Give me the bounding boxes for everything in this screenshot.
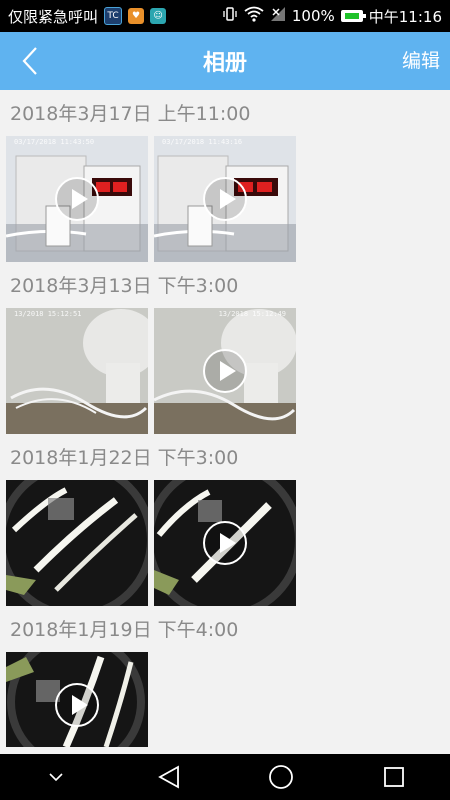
chevron-down-icon xyxy=(49,773,63,782)
battery-percent: 100% xyxy=(291,7,335,25)
tc-app-icon: TC xyxy=(104,7,123,25)
wifi-icon xyxy=(244,6,264,26)
play-icon xyxy=(203,521,247,565)
group-date: 2018年3月13日 下午3:00 xyxy=(10,275,239,297)
video-thumbnail[interactable] xyxy=(6,652,148,747)
video-timestamp: 03/17/2018 11:43:16 xyxy=(162,138,243,146)
battery-icon xyxy=(340,10,366,22)
home-circle-icon xyxy=(269,765,294,789)
status-bar: 仅限紧急呼叫 TC ♥ ☺ 100% 中午11:16 xyxy=(0,0,450,32)
group-date: 2018年3月17日 上午11:00 xyxy=(10,103,251,125)
thumbnail-row: 03/17/2018 11:43:50 03/17/2018 11:43:16 xyxy=(6,136,444,262)
video-timestamp: 13/2018 15:12:51 xyxy=(14,310,82,318)
orange-app-icon: ♥ xyxy=(128,8,145,24)
carrier-text: 仅限紧急呼叫 xyxy=(8,7,99,26)
video-thumbnail[interactable] xyxy=(154,480,296,606)
date-group: 2018年3月17日 上午11:00 03/17/2018 11:43:50 0… xyxy=(0,90,450,262)
thumbnail-image xyxy=(6,308,148,434)
group-date: 2018年1月19日 下午4:00 xyxy=(10,619,239,641)
recents-square-icon xyxy=(383,767,404,787)
status-time: 中午11:16 xyxy=(368,7,442,26)
video-timestamp: 13/2018 15:12:49 xyxy=(218,310,286,318)
video-timestamp: 03/17/2018 11:43:50 xyxy=(14,138,95,146)
thumbnail-row: 13/2018 15:12:51 13/2018 15:12:49 xyxy=(6,308,444,434)
video-thumbnail[interactable]: 13/2018 15:12:51 xyxy=(6,308,148,434)
nav-back-button[interactable] xyxy=(139,754,199,800)
thumbnail-row xyxy=(6,480,444,606)
edit-button[interactable]: 编辑 xyxy=(402,32,440,90)
date-group: 2018年3月13日 下午3:00 13/2018 15:12:51 13/20… xyxy=(0,262,450,434)
nav-home-button[interactable] xyxy=(251,754,311,800)
back-triangle-icon xyxy=(157,765,179,789)
nav-recents-button[interactable] xyxy=(364,754,424,800)
video-thumbnail[interactable]: 03/17/2018 11:43:50 xyxy=(6,136,148,262)
video-thumbnail[interactable]: 03/17/2018 11:43:16 xyxy=(154,136,296,262)
system-nav-bar xyxy=(0,754,450,800)
signal-icon xyxy=(270,6,286,26)
page-title: 相册 xyxy=(202,51,247,76)
play-icon xyxy=(203,349,247,393)
play-icon xyxy=(203,177,247,221)
back-button[interactable] xyxy=(10,32,50,90)
thumbnail-image xyxy=(6,480,148,606)
video-thumbnail[interactable]: 13/2018 15:12:49 xyxy=(154,308,296,434)
status-right: 100% 中午11:16 xyxy=(222,6,442,27)
date-group: 2018年1月22日 下午3:00 xyxy=(0,434,450,606)
thumbnail-row xyxy=(6,652,444,747)
app-header: 相册 编辑 xyxy=(0,32,450,90)
status-left: 仅限紧急呼叫 TC ♥ ☺ xyxy=(8,6,167,27)
chevron-left-icon xyxy=(22,47,37,75)
date-group: 2018年1月19日 下午4:00 xyxy=(0,606,450,747)
play-icon xyxy=(55,177,99,221)
hide-nav-button[interactable] xyxy=(26,754,86,800)
vibrate-icon xyxy=(222,6,238,26)
video-thumbnail[interactable] xyxy=(6,480,148,606)
teal-app-icon: ☺ xyxy=(150,8,167,24)
play-icon xyxy=(55,682,99,727)
group-date: 2018年1月22日 下午3:00 xyxy=(10,447,239,469)
album-content[interactable]: 2018年3月17日 上午11:00 03/17/2018 11:43:50 0… xyxy=(0,90,450,754)
